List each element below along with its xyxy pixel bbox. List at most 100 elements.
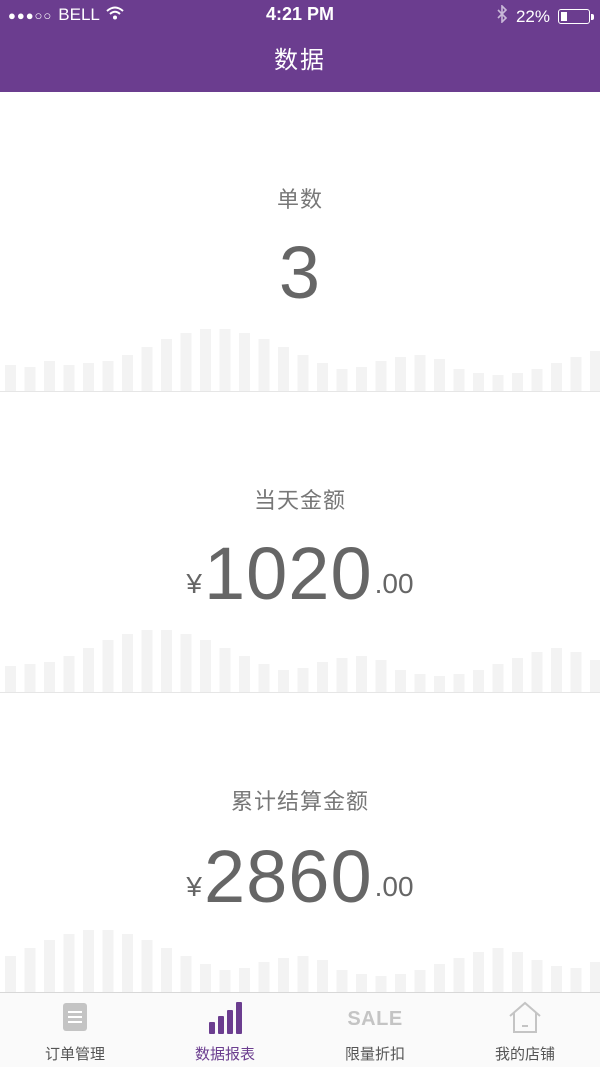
background-bar — [395, 670, 406, 692]
sale-icon: SALE — [347, 1007, 403, 1030]
background-bar — [512, 373, 523, 391]
background-bar — [83, 930, 94, 992]
background-bar — [375, 660, 387, 692]
background-bar — [414, 355, 426, 391]
background-bar — [258, 664, 270, 692]
background-bar — [395, 357, 406, 391]
background-bar — [434, 359, 445, 391]
background-bar — [336, 970, 348, 992]
tab-label: 数据报表 — [194, 1046, 255, 1063]
stat-value: ¥1020.00 — [0, 531, 600, 616]
background-bar — [278, 670, 289, 692]
background-bar — [356, 367, 367, 391]
background-bar — [512, 658, 523, 692]
background-bar — [512, 952, 523, 992]
background-bar — [5, 365, 16, 391]
background-bar — [590, 962, 600, 992]
background-bar — [278, 347, 289, 391]
background-bar — [453, 369, 465, 391]
background-bar — [336, 658, 348, 692]
background-bar — [63, 656, 75, 692]
background-bar — [180, 956, 192, 992]
value-integer: 2860 — [204, 835, 373, 918]
decorative-bars-background — [5, 630, 600, 692]
bar-chart-icon — [207, 1000, 243, 1039]
stat-value: 3 — [0, 230, 600, 315]
tab-label: 订单管理 — [44, 1046, 105, 1063]
tab-my-store[interactable]: 我的店铺 — [450, 993, 600, 1068]
background-bar — [24, 664, 36, 692]
stat-label: 累计结算金额 — [230, 789, 369, 814]
status-bar: ●●●○○ BELL 4:21 PM 22% — [0, 0, 600, 30]
background-bar — [83, 648, 94, 692]
tab-data-report[interactable]: 数据报表 — [150, 993, 300, 1068]
background-bar — [219, 648, 231, 692]
tab-label: 我的店铺 — [494, 1046, 555, 1063]
tab-bar: 订单管理 数据报表 SALE 限量折扣 我的店铺 — [0, 992, 600, 1067]
background-bar — [317, 662, 328, 692]
tab-order-management[interactable]: 订单管理 — [0, 993, 150, 1068]
background-bar — [44, 940, 55, 992]
background-bar — [356, 974, 367, 992]
background-bar — [531, 652, 543, 692]
stat-label: 当天金额 — [253, 488, 346, 513]
background-bar — [102, 930, 114, 992]
background-bar — [180, 634, 192, 692]
background-bar — [414, 674, 426, 692]
background-bar — [570, 968, 582, 992]
house-icon — [507, 1000, 543, 1039]
background-bar — [570, 652, 582, 692]
background-bar — [122, 634, 133, 692]
background-bar — [531, 369, 543, 391]
background-bar — [551, 363, 562, 391]
background-bar — [317, 960, 328, 992]
bluetooth-icon — [496, 4, 508, 28]
background-bar — [161, 339, 172, 391]
background-bar — [473, 373, 484, 391]
background-bar — [336, 369, 348, 391]
background-bar — [5, 666, 16, 692]
battery-icon — [558, 9, 594, 24]
tab-limited-discount[interactable]: SALE 限量折扣 — [300, 993, 450, 1068]
background-bar — [44, 361, 55, 391]
currency-symbol: ¥ — [186, 871, 202, 902]
background-bar — [453, 674, 465, 692]
background-bar — [200, 329, 211, 391]
background-bar — [122, 355, 133, 391]
background-bar — [297, 956, 309, 992]
background-bar — [24, 948, 36, 992]
background-bar — [24, 367, 36, 391]
background-bar — [141, 940, 153, 992]
background-bar — [102, 361, 114, 391]
background-bar — [434, 964, 445, 992]
background-bar — [258, 962, 270, 992]
background-bar — [395, 974, 406, 992]
background-bar — [297, 668, 309, 692]
background-bar — [551, 648, 562, 692]
background-bar — [531, 960, 543, 992]
value-decimal: .00 — [374, 568, 414, 599]
background-bar — [44, 662, 55, 692]
background-bar — [219, 329, 231, 391]
background-bar — [200, 964, 211, 992]
value-integer: 1020 — [204, 532, 373, 615]
background-bar — [590, 660, 600, 692]
background-bar — [161, 630, 172, 692]
background-bar — [239, 333, 250, 391]
background-bar — [473, 670, 484, 692]
background-bar — [492, 375, 504, 391]
background-bar — [180, 333, 192, 391]
background-bar — [297, 355, 309, 391]
stat-order-count: 单数 3 — [0, 92, 600, 392]
background-bar — [317, 363, 328, 391]
stat-label: 单数 — [276, 187, 323, 212]
background-bar — [375, 361, 387, 391]
value-decimal: .00 — [374, 871, 414, 902]
background-bar — [122, 934, 133, 992]
background-bar — [102, 640, 114, 692]
background-bar — [492, 948, 504, 992]
document-icon — [62, 1002, 88, 1037]
stat-value: ¥2860.00 — [0, 834, 600, 919]
background-bar — [414, 970, 426, 992]
nav-bar: 数据 — [0, 30, 600, 92]
